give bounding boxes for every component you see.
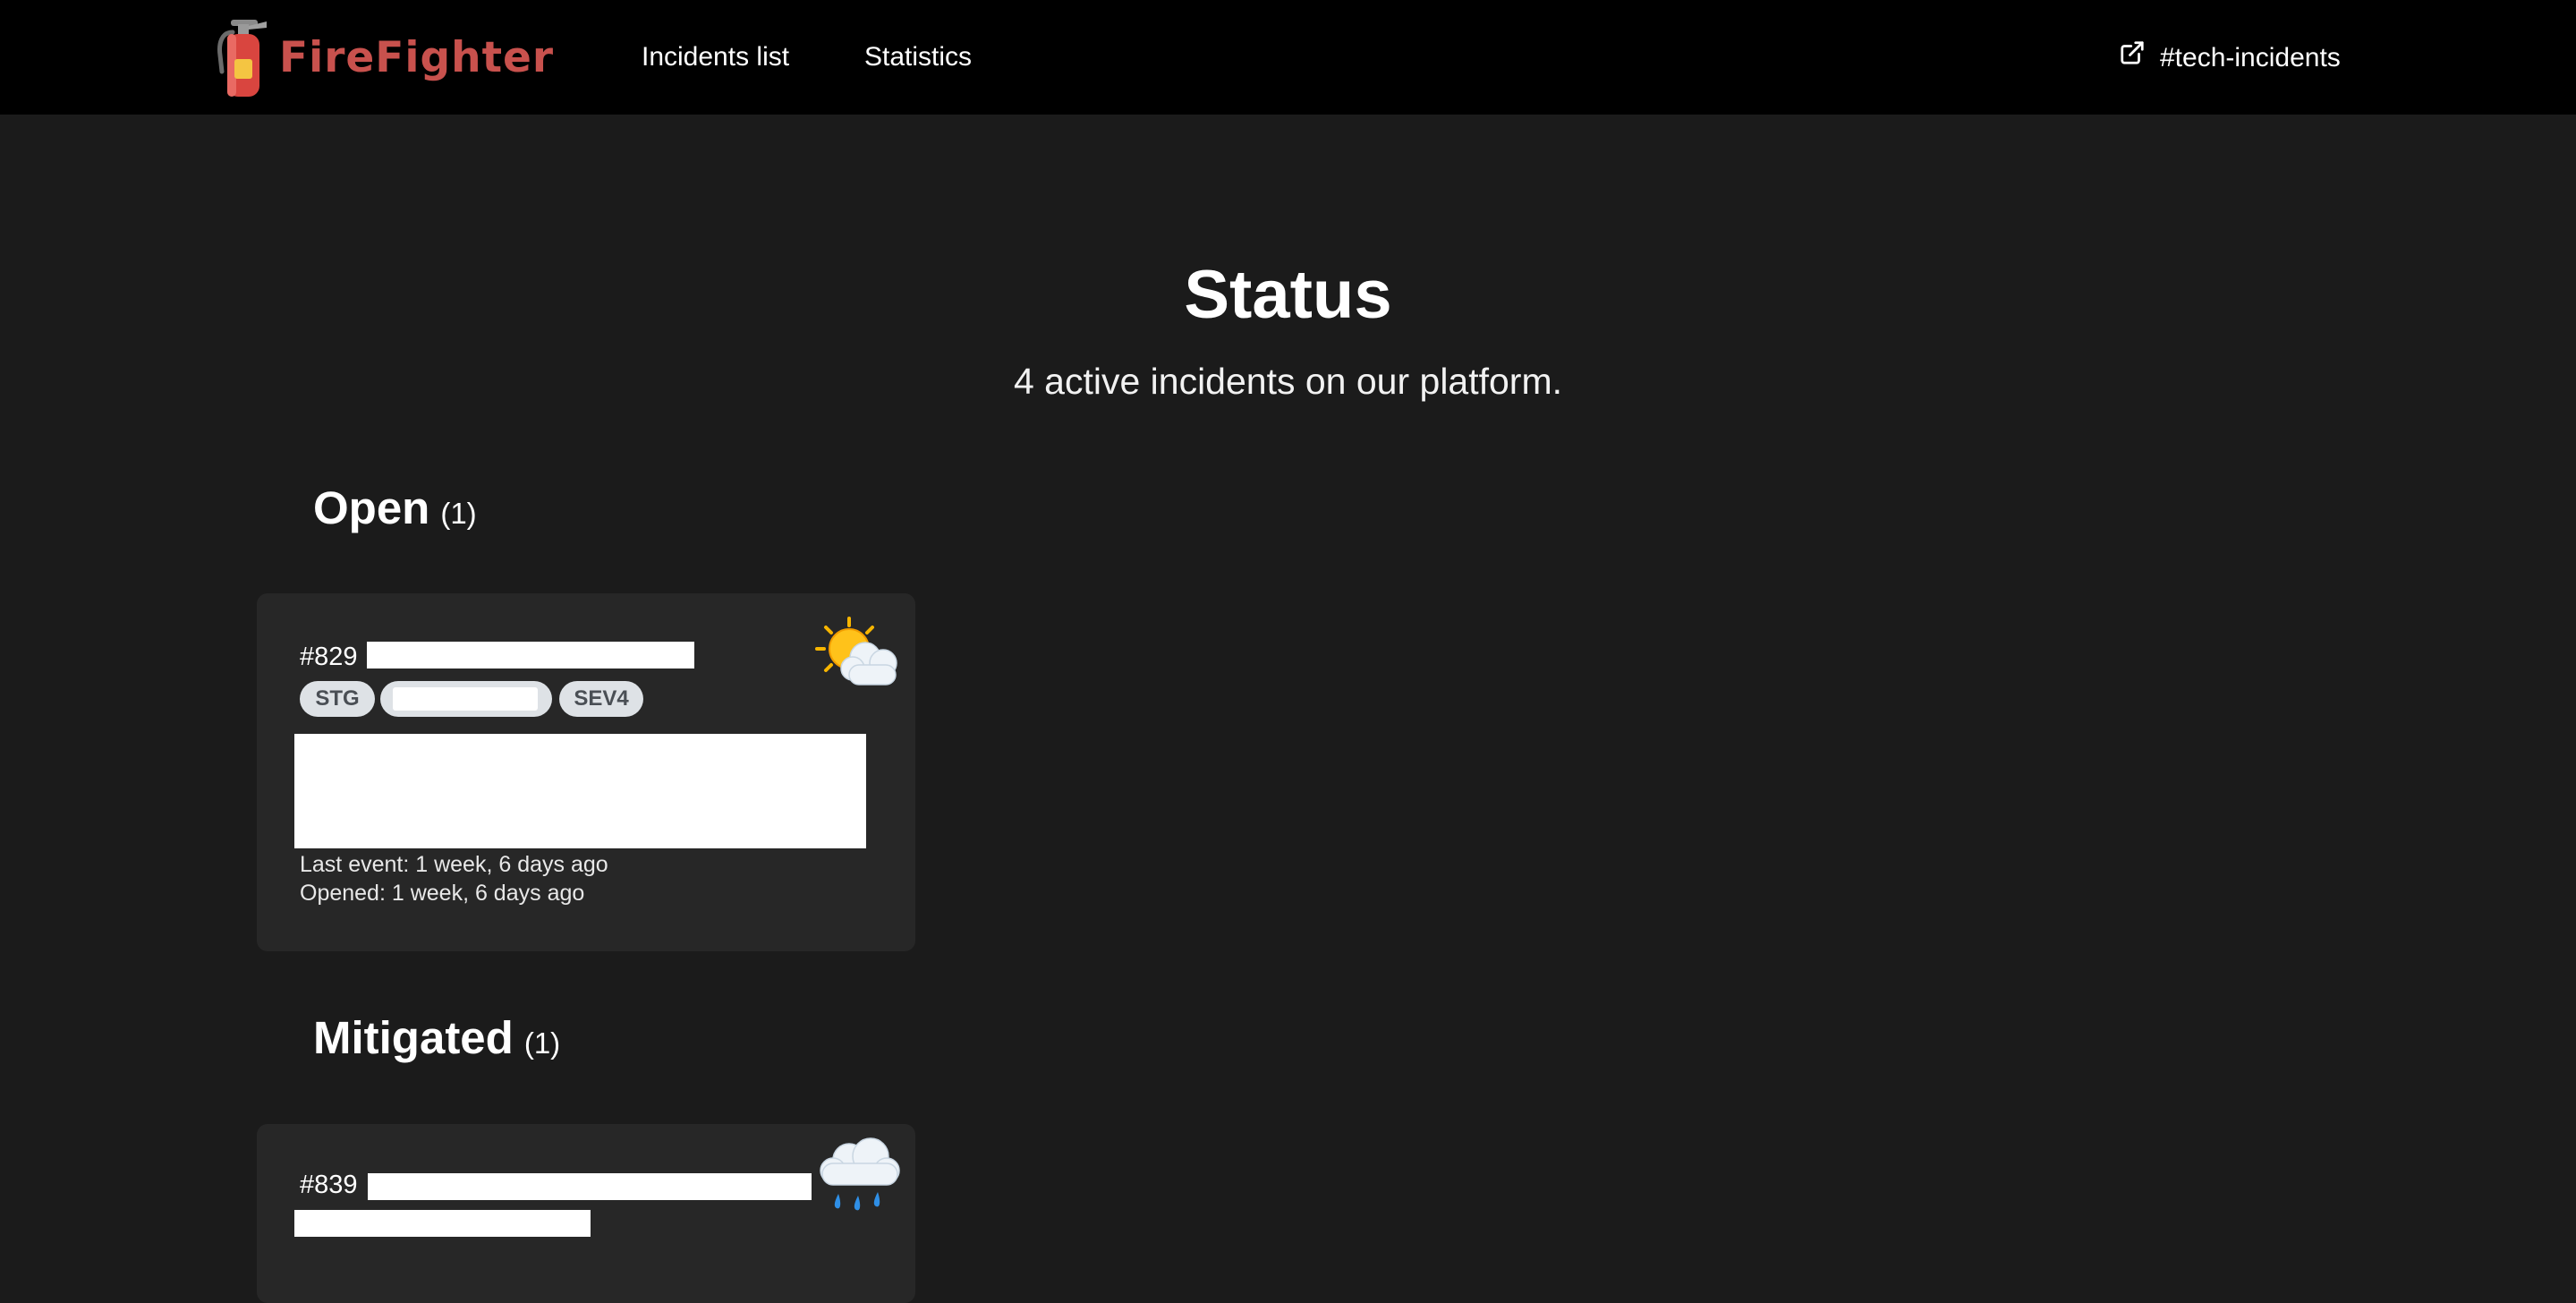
environment-badge: STG [300, 681, 375, 717]
mitigated-section-title: Mitigated [313, 1012, 514, 1063]
open-section-title: Open [313, 482, 430, 533]
incident-id[interactable]: #829 [300, 639, 358, 675]
cloud-with-rain-icon [813, 1137, 903, 1227]
slack-channel-label: #tech-incidents [2160, 42, 2341, 72]
page-title: Status [1184, 257, 1392, 333]
opened-text: Opened: 1 week, 6 days ago [300, 881, 585, 906]
open-section-count: (1) [440, 497, 477, 530]
redacted-incident-title [368, 1173, 812, 1200]
nav-incidents-list[interactable]: Incidents list [642, 39, 789, 75]
redacted-incident-title-line-2 [294, 1210, 591, 1237]
brand-logo-link[interactable]: FireFighter [215, 16, 554, 98]
redacted-component-text [393, 687, 538, 711]
nav-statistics[interactable]: Statistics [864, 39, 972, 75]
incident-card-839[interactable]: #839 [257, 1124, 915, 1303]
open-section-heading: Open (1) [313, 480, 477, 542]
incident-card-829[interactable]: #829 STG SEV4 Last event: 1 week, 6 days… [257, 593, 915, 951]
redacted-component-badge [380, 681, 552, 717]
priority-badge: SEV4 [559, 681, 643, 717]
sun-behind-cloud-icon [813, 615, 903, 693]
slack-channel-link[interactable]: #tech-incidents [2119, 39, 2341, 76]
external-link-icon [2119, 39, 2160, 76]
top-navbar: FireFighter Incidents list Statistics #t… [0, 0, 2576, 115]
mitigated-section-heading: Mitigated (1) [313, 1009, 560, 1072]
mitigated-section-count: (1) [523, 1026, 561, 1060]
active-incidents-summary: 4 active incidents on our platform. [1013, 361, 1563, 402]
redacted-incident-description [294, 734, 866, 848]
fire-extinguisher-icon [215, 16, 270, 98]
redacted-incident-title [367, 642, 694, 669]
incident-id[interactable]: #839 [300, 1167, 358, 1203]
brand-name: FireFighter [279, 32, 555, 82]
last-event-text: Last event: 1 week, 6 days ago [300, 852, 608, 877]
